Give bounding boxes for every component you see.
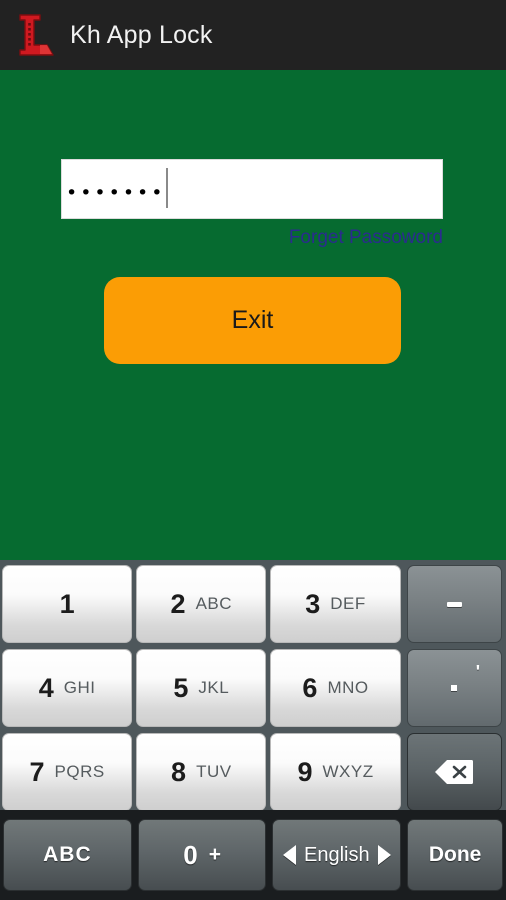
arrow-right-icon[interactable] bbox=[377, 845, 391, 865]
key-language-switch[interactable]: English bbox=[272, 819, 402, 891]
key-letters: MNO bbox=[327, 678, 369, 697]
language-label: English bbox=[304, 843, 370, 866]
key-digit: 5 bbox=[173, 672, 189, 703]
key-6[interactable]: 6 MNO bbox=[270, 649, 401, 727]
password-input[interactable]: ••••••• bbox=[61, 159, 443, 219]
key-letters: GHI bbox=[63, 678, 96, 697]
main-content: ••••••• Forget Passoword Exit bbox=[0, 70, 506, 560]
key-letters: TUV bbox=[196, 762, 232, 781]
backspace-icon bbox=[434, 759, 474, 785]
keyboard-row-4: ABC 0 + English Done bbox=[0, 810, 506, 900]
dash-icon bbox=[446, 601, 462, 607]
titlebar: Kh App Lock bbox=[0, 0, 506, 70]
keyboard-row-3: 7 PQRS 8 TUV 9 WXYZ bbox=[0, 733, 506, 813]
keyboard-row-2: 4 GHI 5 JKL 6 MNO ' bbox=[0, 649, 506, 729]
key-digit: 6 bbox=[302, 672, 318, 703]
app-root: Kh App Lock ••••••• Forget Passoword Exi… bbox=[0, 0, 506, 900]
key-0[interactable]: 0 + bbox=[137, 819, 267, 891]
key-done[interactable]: Done bbox=[407, 819, 503, 891]
key-digit: 0 bbox=[183, 839, 198, 870]
key-abc-mode[interactable]: ABC bbox=[3, 819, 132, 891]
password-masked-value: ••••••• bbox=[66, 182, 166, 204]
forget-password-link[interactable]: Forget Passoword bbox=[289, 227, 443, 249]
text-caret bbox=[166, 168, 169, 208]
period-icon bbox=[451, 685, 458, 691]
key-digit: 8 bbox=[171, 756, 187, 787]
key-4[interactable]: 4 GHI bbox=[2, 649, 133, 727]
key-5[interactable]: 5 JKL bbox=[136, 649, 267, 727]
key-digit: 3 bbox=[305, 588, 321, 619]
key-7[interactable]: 7 PQRS bbox=[2, 733, 133, 811]
key-letters: ABC bbox=[195, 594, 233, 613]
key-plus-label: + bbox=[208, 843, 221, 866]
key-letters: PQRS bbox=[54, 762, 105, 781]
key-9[interactable]: 9 WXYZ bbox=[270, 733, 401, 811]
key-digit: 9 bbox=[297, 756, 313, 787]
password-field-wrapper: ••••••• bbox=[61, 159, 443, 219]
exit-button[interactable]: Exit bbox=[104, 277, 401, 364]
key-letters: WXYZ bbox=[322, 762, 374, 781]
key-dash[interactable] bbox=[406, 565, 503, 643]
key-digit: 2 bbox=[170, 588, 186, 619]
keyboard-row-1: 1 2 ABC 3 DEF bbox=[0, 565, 506, 645]
key-period[interactable]: ' bbox=[406, 649, 503, 727]
key-2[interactable]: 2 ABC bbox=[136, 565, 267, 643]
key-backspace[interactable] bbox=[406, 733, 503, 811]
apostrophe-hint-icon: ' bbox=[475, 662, 481, 682]
key-letters: JKL bbox=[198, 678, 230, 697]
key-letters: DEF bbox=[330, 594, 366, 613]
virtual-keyboard: 1 2 ABC 3 DEF 4 GHI 5 JKL 6 MNO ' 7 PQRS… bbox=[0, 560, 506, 900]
app-title: Kh App Lock bbox=[70, 20, 213, 49]
key-8[interactable]: 8 TUV bbox=[136, 733, 267, 811]
app-lock-letter-l-logo-icon bbox=[14, 11, 58, 59]
key-1[interactable]: 1 bbox=[2, 565, 133, 643]
key-digit: 7 bbox=[29, 756, 45, 787]
arrow-left-icon[interactable] bbox=[283, 845, 297, 865]
key-3[interactable]: 3 DEF bbox=[270, 565, 401, 643]
key-digit: 4 bbox=[38, 672, 54, 703]
key-digit: 1 bbox=[59, 588, 75, 619]
